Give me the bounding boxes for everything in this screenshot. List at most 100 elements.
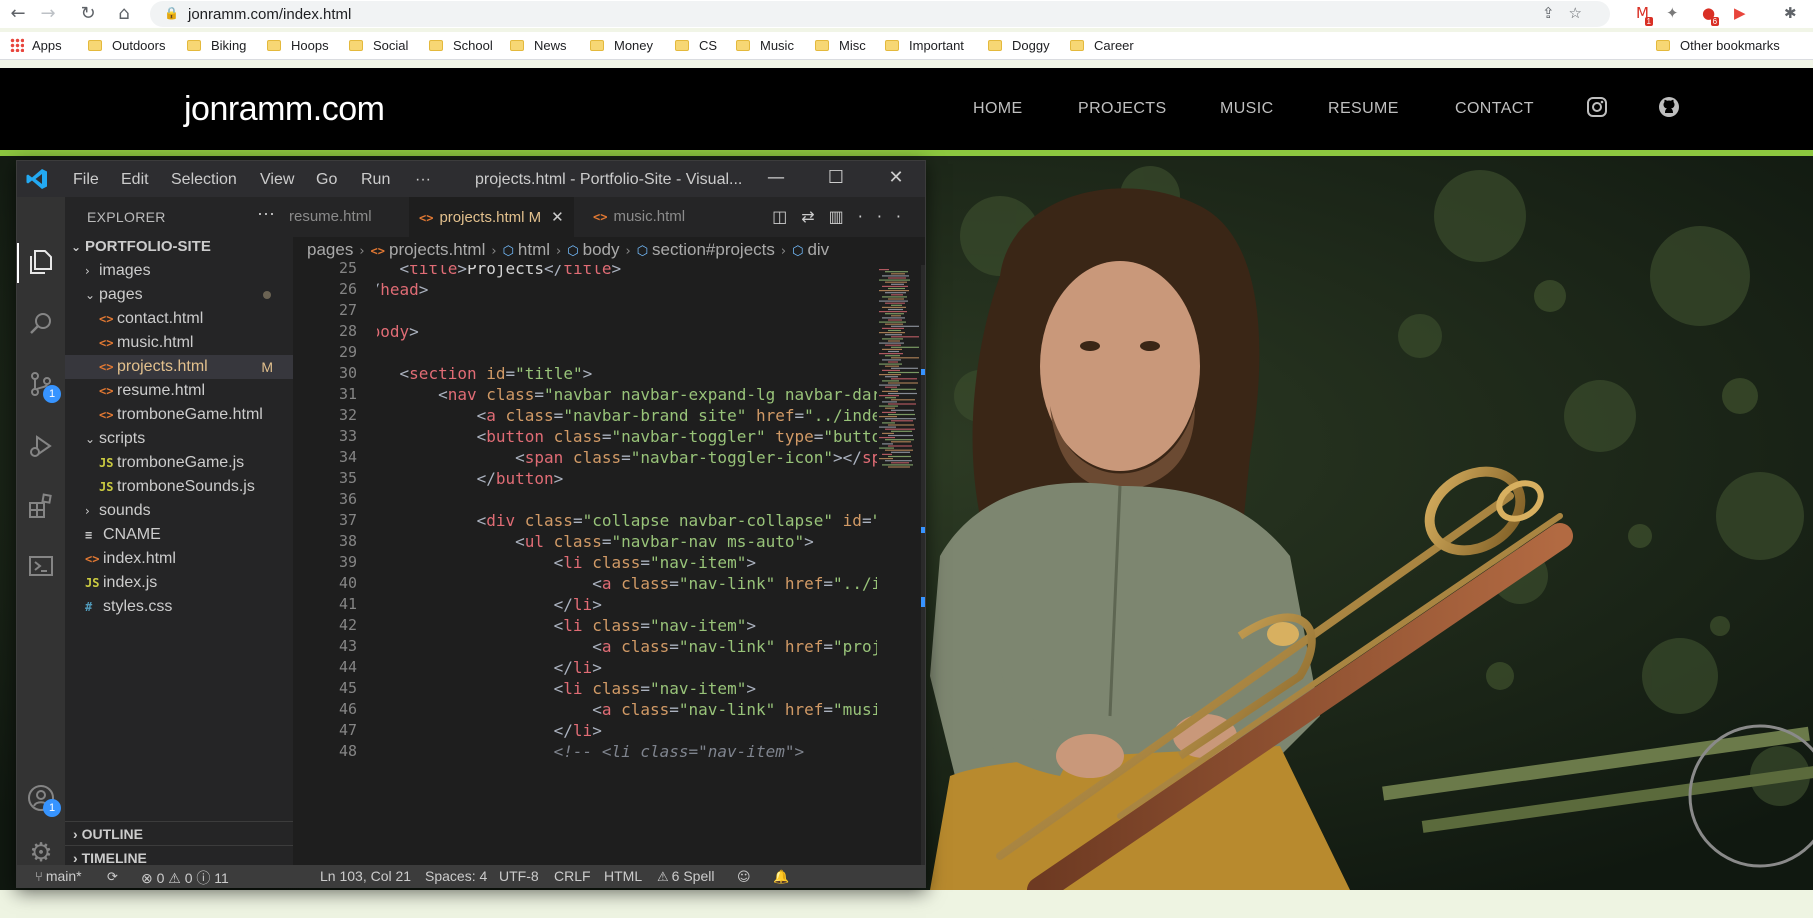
- search-icon[interactable]: [25, 309, 57, 341]
- bookmark-hoops[interactable]: Hoops: [267, 38, 329, 56]
- bookmark-apps[interactable]: Apps: [10, 38, 62, 56]
- minimize-icon[interactable]: —: [761, 167, 791, 191]
- remote-explorer-icon[interactable]: [25, 551, 57, 583]
- status-eol[interactable]: CRLF: [554, 868, 591, 884]
- bookmark-doggy[interactable]: Doggy: [988, 38, 1050, 56]
- menu-go[interactable]: Go: [316, 171, 337, 189]
- tree-file-trombonesounds-js[interactable]: JS tromboneSounds.js: [65, 475, 293, 499]
- split-editor-icon[interactable]: ▥: [829, 207, 858, 226]
- tree-folder-sounds[interactable]: › sounds: [65, 499, 293, 523]
- bookmark-social[interactable]: Social: [349, 38, 408, 56]
- tree-file-projects-html[interactable]: <> projects.html M: [65, 355, 293, 379]
- tab-music[interactable]: <> music.html: [583, 197, 695, 237]
- nav-link-resume[interactable]: RESUME: [1328, 100, 1399, 118]
- bookmark-money[interactable]: Money: [590, 38, 653, 56]
- sync-icon[interactable]: ⟳: [107, 868, 121, 885]
- status-position[interactable]: Ln 103, Col 21: [320, 868, 411, 884]
- bookmark-career[interactable]: Career: [1070, 38, 1134, 56]
- code-editor[interactable]: <title>Projects</title></head><body> <se…: [377, 265, 877, 865]
- reload-icon[interactable]: ↻: [76, 2, 100, 26]
- tree-folder-pages[interactable]: ⌄ pages: [65, 283, 293, 307]
- extension-bug-icon[interactable]: ✱: [1784, 4, 1797, 22]
- gmail-icon[interactable]: M1: [1636, 4, 1653, 26]
- extensions-icon[interactable]: [25, 491, 57, 523]
- tree-file-index-html[interactable]: <> index.html: [65, 547, 293, 571]
- menu-view[interactable]: View: [260, 171, 294, 189]
- menu-file[interactable]: File: [73, 171, 99, 189]
- bookmark-other[interactable]: Other bookmarks: [1656, 38, 1780, 56]
- open-preview-icon[interactable]: ◫: [772, 207, 801, 226]
- bookmark-school[interactable]: School: [429, 38, 493, 56]
- tree-folder-scripts[interactable]: ⌄ scripts: [65, 427, 293, 451]
- lock-icon[interactable]: 🔒: [164, 6, 179, 20]
- bookmark-star-icon[interactable]: ☆: [1569, 4, 1596, 22]
- tree-file-index-js[interactable]: JS index.js: [65, 571, 293, 595]
- status-spaces[interactable]: Spaces: 4: [425, 868, 487, 884]
- nav-link-projects[interactable]: PROJECTS: [1078, 100, 1167, 118]
- adblock-icon[interactable]: ● 6: [1702, 4, 1720, 26]
- feedback-icon[interactable]: ☺: [737, 868, 754, 885]
- instagram-icon[interactable]: [1586, 96, 1608, 118]
- status-language[interactable]: HTML: [604, 868, 642, 884]
- tab-projects[interactable]: <> projects.html M ✕: [409, 197, 574, 237]
- tree-folder-images[interactable]: › images: [65, 259, 293, 283]
- breadcrumb-body[interactable]: body: [583, 240, 620, 259]
- tree-file-contact-html[interactable]: <> contact.html: [65, 307, 293, 331]
- dropbox-icon[interactable]: ✦: [1666, 4, 1679, 22]
- bookmark-news[interactable]: News: [510, 38, 567, 56]
- home-icon[interactable]: ⌂: [112, 2, 136, 26]
- nav-link-contact[interactable]: CONTACT: [1455, 100, 1534, 118]
- status-branch[interactable]: ⑂ main*: [35, 868, 82, 885]
- back-icon[interactable]: ←: [6, 2, 30, 26]
- bookmark-music[interactable]: Music: [736, 38, 794, 56]
- compare-icon[interactable]: ⇄: [801, 207, 828, 226]
- tab-resume[interactable]: resume.html: [279, 197, 382, 237]
- tree-file-trombonegame-html[interactable]: <> tromboneGame.html: [65, 403, 293, 427]
- github-icon[interactable]: [1658, 96, 1680, 118]
- menu-more[interactable]: ···: [415, 171, 431, 189]
- tab-close-icon[interactable]: ✕: [551, 208, 564, 226]
- breadcrumb-div[interactable]: div: [807, 240, 829, 259]
- bookmark-cs[interactable]: CS: [675, 38, 717, 56]
- breadcrumb-section[interactable]: section#projects: [652, 240, 775, 259]
- minimap-line: [891, 430, 912, 432]
- site-brand[interactable]: jonramm.com: [184, 90, 385, 129]
- tree-file-trombonegame-js[interactable]: JS tromboneGame.js: [65, 451, 293, 475]
- status-encoding[interactable]: UTF-8: [499, 868, 539, 884]
- bookmark-biking[interactable]: Biking: [187, 38, 246, 56]
- menu-selection[interactable]: Selection: [171, 171, 237, 189]
- status-problems[interactable]: ⊗ 0 ⚠ 0 ⓘ 11: [141, 868, 229, 887]
- maximize-icon[interactable]: ☐: [821, 167, 851, 191]
- tree-file-music-html[interactable]: <> music.html: [65, 331, 293, 355]
- source-control-icon[interactable]: 1: [25, 369, 61, 403]
- folder-header-portfolio-site[interactable]: ⌄ PORTFOLIO-SITE: [65, 235, 293, 259]
- minimap-line: [888, 361, 898, 363]
- minimap[interactable]: [877, 265, 926, 865]
- status-spell[interactable]: ⚠ 6 Spell: [657, 868, 714, 885]
- share-icon[interactable]: ⇪: [1542, 4, 1569, 22]
- menu-run[interactable]: Run: [361, 171, 390, 189]
- breadcrumb-html[interactable]: html: [518, 240, 550, 259]
- nav-link-music[interactable]: MUSIC: [1220, 100, 1274, 118]
- tree-file-resume-html[interactable]: <> resume.html: [65, 379, 293, 403]
- run-debug-icon[interactable]: [25, 431, 57, 463]
- accounts-icon[interactable]: 1: [25, 783, 61, 817]
- cast-icon[interactable]: ▶: [1734, 4, 1746, 22]
- explorer-more-icon[interactable]: ···: [257, 203, 275, 224]
- bookmark-misc[interactable]: Misc: [815, 38, 866, 56]
- bookmark-outdoors[interactable]: Outdoors: [88, 38, 165, 56]
- bookmark-important[interactable]: Important: [885, 38, 964, 56]
- forward-icon[interactable]: →: [36, 2, 60, 26]
- close-icon[interactable]: ✕: [881, 167, 911, 191]
- explorer-icon[interactable]: [25, 247, 57, 279]
- outline-section[interactable]: › OUTLINE: [65, 821, 293, 845]
- notifications-bell-icon[interactable]: 🔔: [773, 868, 792, 885]
- nav-link-home[interactable]: HOME: [973, 100, 1023, 118]
- editor-more-icon[interactable]: ···: [858, 207, 915, 226]
- breadcrumb-file[interactable]: projects.html: [389, 240, 485, 259]
- tree-file-styles-css[interactable]: # styles.css: [65, 595, 293, 619]
- menu-edit[interactable]: Edit: [121, 171, 149, 189]
- tree-file-cname[interactable]: ≡ CNAME: [65, 523, 293, 547]
- breadcrumb-pages[interactable]: pages: [307, 240, 353, 259]
- address-bar[interactable]: 🔒 jonramm.com/index.html ⇪☆: [150, 1, 1610, 27]
